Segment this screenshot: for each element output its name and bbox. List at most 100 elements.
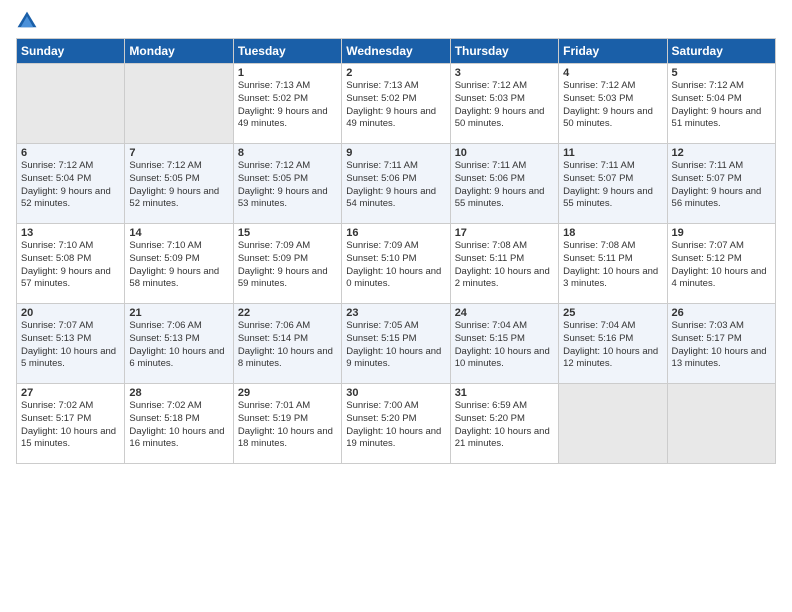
- day-number: 24: [455, 307, 554, 319]
- calendar-cell: [667, 384, 775, 464]
- calendar-cell: 18 Sunrise: 7:08 AMSunset: 5:11 PMDaylig…: [559, 224, 667, 304]
- day-number: 3: [455, 67, 554, 79]
- day-info: Sunrise: 7:02 AMSunset: 5:17 PMDaylight:…: [21, 400, 116, 449]
- day-info: Sunrise: 7:05 AMSunset: 5:15 PMDaylight:…: [346, 320, 441, 369]
- day-number: 28: [129, 387, 228, 399]
- day-info: Sunrise: 7:01 AMSunset: 5:19 PMDaylight:…: [238, 400, 333, 449]
- calendar-cell: 31 Sunrise: 6:59 AMSunset: 5:20 PMDaylig…: [450, 384, 558, 464]
- calendar-cell: 10 Sunrise: 7:11 AMSunset: 5:06 PMDaylig…: [450, 144, 558, 224]
- day-number: 13: [21, 227, 120, 239]
- day-info: Sunrise: 7:12 AMSunset: 5:04 PMDaylight:…: [21, 160, 111, 209]
- calendar-week-row: 6 Sunrise: 7:12 AMSunset: 5:04 PMDayligh…: [17, 144, 776, 224]
- day-number: 8: [238, 147, 337, 159]
- day-number: 20: [21, 307, 120, 319]
- calendar-week-row: 27 Sunrise: 7:02 AMSunset: 5:17 PMDaylig…: [17, 384, 776, 464]
- calendar-cell: 23 Sunrise: 7:05 AMSunset: 5:15 PMDaylig…: [342, 304, 450, 384]
- day-info: Sunrise: 7:04 AMSunset: 5:15 PMDaylight:…: [455, 320, 550, 369]
- calendar-cell: 22 Sunrise: 7:06 AMSunset: 5:14 PMDaylig…: [233, 304, 341, 384]
- day-info: Sunrise: 7:09 AMSunset: 5:09 PMDaylight:…: [238, 240, 328, 289]
- weekday-header-saturday: Saturday: [667, 39, 775, 64]
- calendar-cell: 14 Sunrise: 7:10 AMSunset: 5:09 PMDaylig…: [125, 224, 233, 304]
- day-number: 26: [672, 307, 771, 319]
- day-number: 22: [238, 307, 337, 319]
- calendar-cell: 11 Sunrise: 7:11 AMSunset: 5:07 PMDaylig…: [559, 144, 667, 224]
- day-number: 6: [21, 147, 120, 159]
- calendar-cell: 20 Sunrise: 7:07 AMSunset: 5:13 PMDaylig…: [17, 304, 125, 384]
- day-info: Sunrise: 7:10 AMSunset: 5:09 PMDaylight:…: [129, 240, 219, 289]
- calendar-cell: [17, 64, 125, 144]
- calendar-cell: 9 Sunrise: 7:11 AMSunset: 5:06 PMDayligh…: [342, 144, 450, 224]
- calendar-cell: 27 Sunrise: 7:02 AMSunset: 5:17 PMDaylig…: [17, 384, 125, 464]
- calendar-cell: 29 Sunrise: 7:01 AMSunset: 5:19 PMDaylig…: [233, 384, 341, 464]
- day-number: 11: [563, 147, 662, 159]
- day-number: 17: [455, 227, 554, 239]
- calendar-week-row: 13 Sunrise: 7:10 AMSunset: 5:08 PMDaylig…: [17, 224, 776, 304]
- day-number: 2: [346, 67, 445, 79]
- calendar-cell: 15 Sunrise: 7:09 AMSunset: 5:09 PMDaylig…: [233, 224, 341, 304]
- calendar-cell: 21 Sunrise: 7:06 AMSunset: 5:13 PMDaylig…: [125, 304, 233, 384]
- weekday-header-thursday: Thursday: [450, 39, 558, 64]
- day-number: 4: [563, 67, 662, 79]
- weekday-header-friday: Friday: [559, 39, 667, 64]
- weekday-header-sunday: Sunday: [17, 39, 125, 64]
- day-number: 1: [238, 67, 337, 79]
- calendar-cell: [125, 64, 233, 144]
- calendar-cell: 5 Sunrise: 7:12 AMSunset: 5:04 PMDayligh…: [667, 64, 775, 144]
- weekday-header-wednesday: Wednesday: [342, 39, 450, 64]
- day-info: Sunrise: 7:11 AMSunset: 5:06 PMDaylight:…: [455, 160, 545, 209]
- day-info: Sunrise: 7:00 AMSunset: 5:20 PMDaylight:…: [346, 400, 441, 449]
- day-number: 7: [129, 147, 228, 159]
- calendar-cell: 26 Sunrise: 7:03 AMSunset: 5:17 PMDaylig…: [667, 304, 775, 384]
- day-number: 21: [129, 307, 228, 319]
- calendar-cell: 19 Sunrise: 7:07 AMSunset: 5:12 PMDaylig…: [667, 224, 775, 304]
- day-number: 19: [672, 227, 771, 239]
- day-number: 27: [21, 387, 120, 399]
- page-header: [16, 10, 776, 32]
- day-info: Sunrise: 6:59 AMSunset: 5:20 PMDaylight:…: [455, 400, 550, 449]
- calendar-cell: 25 Sunrise: 7:04 AMSunset: 5:16 PMDaylig…: [559, 304, 667, 384]
- day-number: 9: [346, 147, 445, 159]
- day-info: Sunrise: 7:06 AMSunset: 5:13 PMDaylight:…: [129, 320, 224, 369]
- calendar-cell: 13 Sunrise: 7:10 AMSunset: 5:08 PMDaylig…: [17, 224, 125, 304]
- calendar-cell: 3 Sunrise: 7:12 AMSunset: 5:03 PMDayligh…: [450, 64, 558, 144]
- day-info: Sunrise: 7:03 AMSunset: 5:17 PMDaylight:…: [672, 320, 767, 369]
- calendar-cell: 6 Sunrise: 7:12 AMSunset: 5:04 PMDayligh…: [17, 144, 125, 224]
- day-info: Sunrise: 7:04 AMSunset: 5:16 PMDaylight:…: [563, 320, 658, 369]
- day-number: 30: [346, 387, 445, 399]
- calendar-cell: [559, 384, 667, 464]
- day-info: Sunrise: 7:11 AMSunset: 5:06 PMDaylight:…: [346, 160, 436, 209]
- logo-icon: [16, 10, 38, 32]
- day-info: Sunrise: 7:06 AMSunset: 5:14 PMDaylight:…: [238, 320, 333, 369]
- calendar-cell: 30 Sunrise: 7:00 AMSunset: 5:20 PMDaylig…: [342, 384, 450, 464]
- calendar-cell: 12 Sunrise: 7:11 AMSunset: 5:07 PMDaylig…: [667, 144, 775, 224]
- weekday-header-row: SundayMondayTuesdayWednesdayThursdayFrid…: [17, 39, 776, 64]
- calendar-cell: 4 Sunrise: 7:12 AMSunset: 5:03 PMDayligh…: [559, 64, 667, 144]
- calendar-cell: 1 Sunrise: 7:13 AMSunset: 5:02 PMDayligh…: [233, 64, 341, 144]
- calendar-cell: 24 Sunrise: 7:04 AMSunset: 5:15 PMDaylig…: [450, 304, 558, 384]
- day-info: Sunrise: 7:12 AMSunset: 5:03 PMDaylight:…: [455, 80, 545, 129]
- weekday-header-monday: Monday: [125, 39, 233, 64]
- day-number: 31: [455, 387, 554, 399]
- calendar-cell: 8 Sunrise: 7:12 AMSunset: 5:05 PMDayligh…: [233, 144, 341, 224]
- day-number: 29: [238, 387, 337, 399]
- calendar-cell: 16 Sunrise: 7:09 AMSunset: 5:10 PMDaylig…: [342, 224, 450, 304]
- logo: [16, 10, 40, 32]
- day-info: Sunrise: 7:09 AMSunset: 5:10 PMDaylight:…: [346, 240, 441, 289]
- day-number: 10: [455, 147, 554, 159]
- day-number: 16: [346, 227, 445, 239]
- day-info: Sunrise: 7:12 AMSunset: 5:05 PMDaylight:…: [238, 160, 328, 209]
- day-info: Sunrise: 7:13 AMSunset: 5:02 PMDaylight:…: [346, 80, 436, 129]
- day-info: Sunrise: 7:08 AMSunset: 5:11 PMDaylight:…: [563, 240, 658, 289]
- calendar-page: SundayMondayTuesdayWednesdayThursdayFrid…: [0, 0, 792, 480]
- day-info: Sunrise: 7:11 AMSunset: 5:07 PMDaylight:…: [672, 160, 762, 209]
- day-info: Sunrise: 7:02 AMSunset: 5:18 PMDaylight:…: [129, 400, 224, 449]
- calendar-cell: 7 Sunrise: 7:12 AMSunset: 5:05 PMDayligh…: [125, 144, 233, 224]
- day-info: Sunrise: 7:08 AMSunset: 5:11 PMDaylight:…: [455, 240, 550, 289]
- calendar-cell: 28 Sunrise: 7:02 AMSunset: 5:18 PMDaylig…: [125, 384, 233, 464]
- day-number: 14: [129, 227, 228, 239]
- day-number: 12: [672, 147, 771, 159]
- calendar-cell: 2 Sunrise: 7:13 AMSunset: 5:02 PMDayligh…: [342, 64, 450, 144]
- day-number: 15: [238, 227, 337, 239]
- calendar-cell: 17 Sunrise: 7:08 AMSunset: 5:11 PMDaylig…: [450, 224, 558, 304]
- calendar-table: SundayMondayTuesdayWednesdayThursdayFrid…: [16, 38, 776, 464]
